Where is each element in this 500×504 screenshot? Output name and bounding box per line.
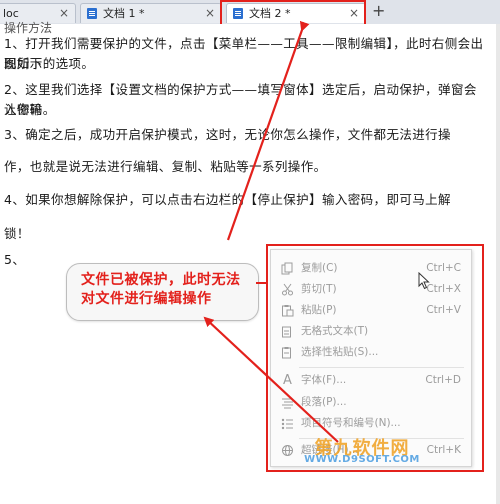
arrow-to-tab (226, 20, 310, 241)
annotation-arrows (203, 20, 339, 443)
site-watermark: 第九软件网 WWW.D9SOFT.COM (302, 438, 422, 480)
arrow-callout-to-menu (203, 316, 339, 443)
watermark-url: WWW.D9SOFT.COM (304, 454, 420, 465)
